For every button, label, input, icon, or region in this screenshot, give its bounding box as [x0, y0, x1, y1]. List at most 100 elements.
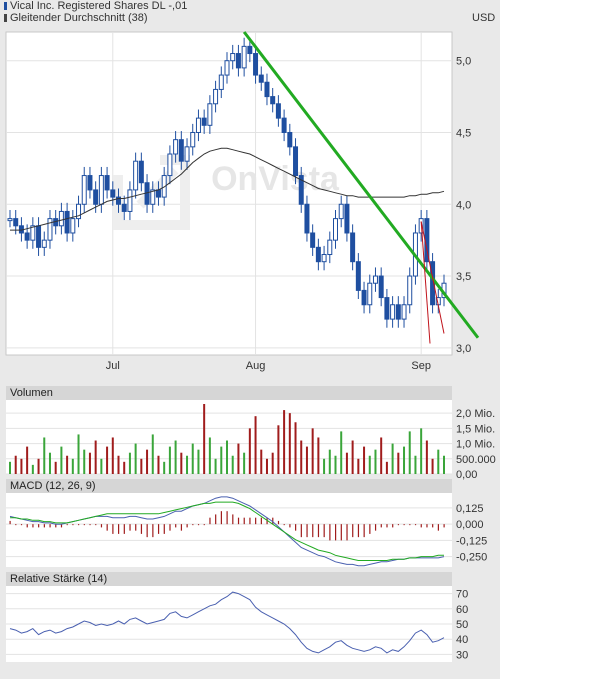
candle: [378, 275, 384, 299]
candle: [247, 45, 253, 55]
macd-y-tick: -0,250: [456, 552, 487, 564]
volume-bar: [351, 440, 354, 474]
volume-bar: [48, 452, 51, 474]
volume-bar: [60, 446, 63, 474]
volume-bar: [54, 461, 57, 474]
macd-histogram-bar: [283, 524, 285, 526]
price-y-tick: 4,5: [456, 127, 471, 139]
volume-y-tick: 2,0 Mio.: [456, 408, 495, 420]
volume-bar: [254, 416, 257, 474]
rsi-y-tick: 40: [456, 634, 468, 646]
volume-bar: [66, 455, 69, 474]
macd-histogram-bar: [340, 524, 342, 541]
macd-histogram-bar: [432, 524, 434, 528]
macd-histogram-bar: [317, 524, 320, 538]
candle: [361, 289, 367, 306]
candle: [333, 218, 338, 241]
volume-bar: [186, 455, 189, 474]
volume-bar: [277, 425, 280, 474]
volume-bar: [83, 449, 86, 474]
candle: [81, 175, 87, 205]
volume-bar: [283, 410, 286, 474]
candle: [201, 117, 207, 126]
macd-histogram-bar: [89, 524, 91, 526]
macd-y-tick: 0,000: [456, 519, 484, 531]
volume-bar: [106, 446, 109, 474]
macd-histogram-bar: [135, 524, 137, 531]
volume-bar: [323, 458, 326, 474]
macd-histogram-bar: [106, 524, 108, 531]
volume-bar: [311, 428, 314, 474]
macd-y-tick: -0,125: [456, 535, 487, 547]
volume-bar: [385, 461, 388, 474]
volume-bar: [374, 449, 377, 474]
candle: [70, 218, 76, 234]
candle: [287, 131, 293, 148]
candle: [395, 304, 401, 320]
volume-bar: [391, 443, 394, 474]
volume-bar: [414, 455, 417, 474]
candle: [13, 218, 19, 227]
candle: [367, 282, 373, 306]
volume-bar: [345, 452, 348, 474]
macd-plot-area: [6, 493, 452, 567]
macd-panel: -0,250 -0,125 0,000 0,125: [6, 493, 487, 567]
volume-bar: [363, 446, 366, 474]
price-y-tick: 5,0: [456, 56, 471, 68]
volume-bar: [260, 449, 263, 474]
candle: [207, 103, 213, 126]
macd-histogram-bar: [146, 524, 148, 538]
volume-bar: [134, 443, 137, 474]
volume-bar: [408, 431, 411, 474]
volume-bar: [31, 464, 34, 474]
volume-bar: [208, 437, 211, 474]
volume-bar: [9, 461, 11, 474]
macd-histogram-bar: [38, 524, 40, 528]
candle: [133, 160, 139, 191]
watermark-text: OnVista: [211, 160, 340, 198]
candle: [344, 203, 350, 234]
macd-histogram-bar: [392, 524, 394, 528]
volume-bar: [288, 413, 291, 474]
volume-bar: [226, 440, 228, 474]
macd-histogram-bar: [163, 524, 165, 534]
candle: [372, 275, 378, 284]
candle: [213, 88, 219, 105]
volume-bar: [300, 440, 303, 474]
candle: [155, 189, 161, 198]
rsi-y-tick: 30: [456, 649, 468, 661]
candle: [310, 232, 316, 248]
volume-bar: [146, 449, 149, 474]
candle: [138, 160, 144, 184]
volume-bar: [237, 443, 240, 474]
macd-histogram-bar: [369, 524, 371, 534]
macd-histogram-bar: [157, 524, 160, 534]
macd-histogram-bar: [100, 524, 103, 528]
macd-histogram-bar: [209, 517, 211, 525]
volume-bar: [77, 434, 80, 474]
volume-bar: [248, 428, 251, 474]
price-y-tick: 4,0: [456, 199, 471, 211]
macd-histogram-bar: [197, 524, 200, 526]
volume-bar: [317, 437, 320, 474]
macd-histogram-bar: [215, 514, 217, 525]
volume-bar: [174, 440, 177, 474]
macd-histogram-bar: [237, 517, 240, 525]
candle: [253, 53, 259, 76]
candle: [87, 175, 93, 191]
macd-histogram-bar: [169, 524, 171, 531]
price-panel: 3,0 3,5 4,0 4,5 5,0 Jul Aug Sep OnVista: [5, 31, 480, 372]
candle: [110, 189, 116, 198]
macd-histogram-bar: [118, 524, 120, 534]
macd-histogram-bar: [323, 524, 325, 538]
macd-histogram-bar: [380, 524, 382, 528]
candle: [275, 103, 281, 119]
volume-bar: [197, 449, 200, 474]
macd-histogram-bar: [289, 524, 291, 528]
candle: [104, 175, 110, 191]
volume-bar: [420, 428, 423, 474]
macd-histogram-bar: [152, 524, 154, 538]
volume-bar: [334, 455, 337, 474]
price-x-tick: Jul: [106, 360, 120, 372]
candle: [270, 96, 276, 105]
